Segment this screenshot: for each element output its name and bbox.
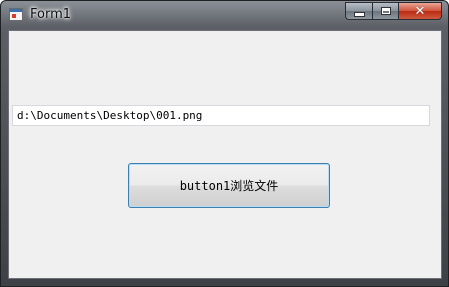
- file-path-textbox[interactable]: [12, 105, 430, 126]
- browse-file-button[interactable]: button1浏览文件: [128, 163, 330, 208]
- maximize-icon: [380, 7, 391, 15]
- title-bar[interactable]: Form1 ✕: [1, 1, 448, 29]
- caption-buttons: ✕: [345, 2, 442, 21]
- maximize-button[interactable]: [372, 2, 398, 20]
- close-button[interactable]: ✕: [398, 2, 442, 20]
- minimize-button[interactable]: [345, 2, 372, 20]
- close-icon: ✕: [414, 3, 426, 19]
- window-title: Form1: [30, 7, 72, 22]
- minimize-icon: [353, 11, 365, 17]
- form1-window: Form1 ✕ button1浏览文件: [0, 0, 449, 287]
- form-app-icon[interactable]: [9, 8, 23, 21]
- form-client-area: button1浏览文件: [8, 30, 442, 279]
